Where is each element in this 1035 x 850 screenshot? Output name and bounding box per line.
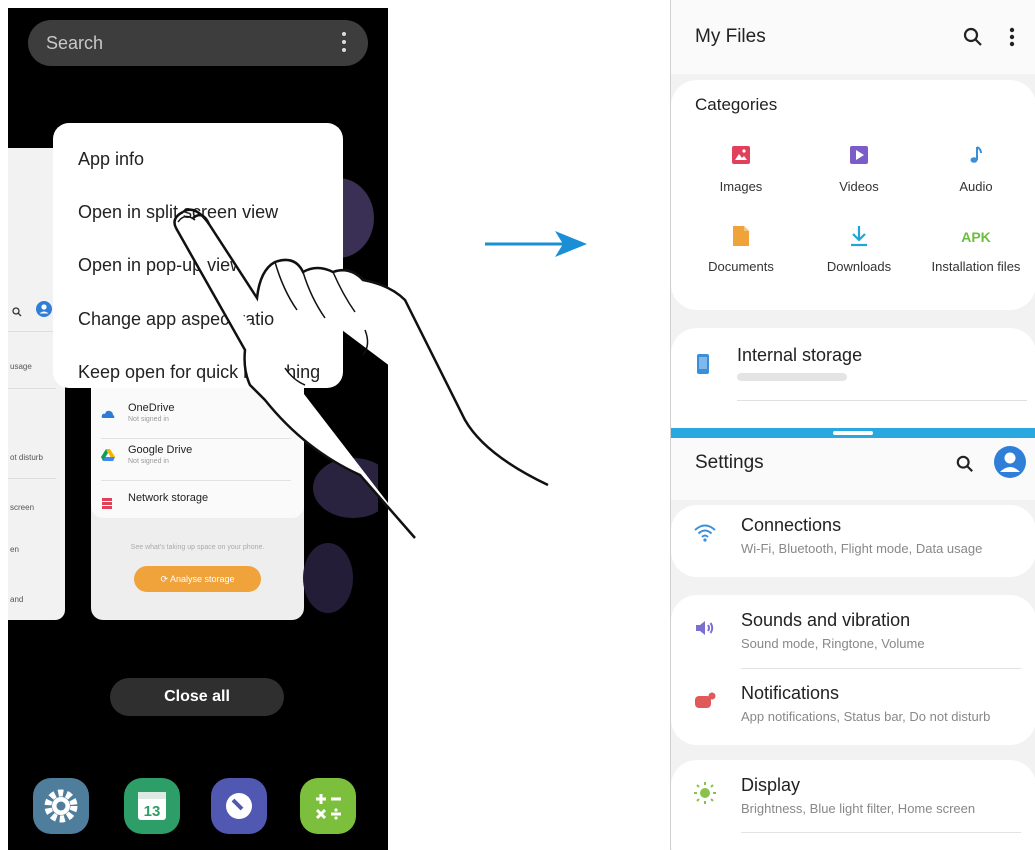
row-sub: Not signed in <box>128 458 169 465</box>
category-videos[interactable]: Videos <box>814 145 904 194</box>
category-label: Videos <box>839 179 879 194</box>
category-documents[interactable]: Documents <box>696 225 786 274</box>
more-options-icon[interactable] <box>1009 27 1015 52</box>
analyse-icon: ⟳ <box>160 574 170 584</box>
settings-item-title: Sounds and vibration <box>741 610 911 630</box>
category-downloads[interactable]: Downloads <box>814 225 904 274</box>
divider <box>8 478 56 479</box>
calculator-icon[interactable] <box>300 778 356 834</box>
category-label: Downloads <box>826 259 892 274</box>
settings-item-connections[interactable]: Connections Wi-Fi, Bluetooth, Flight mod… <box>671 505 1035 575</box>
split-screen-view: My Files Categories Images Videos Audio … <box>670 0 1035 850</box>
category-installation-files[interactable]: APK Installation files <box>931 225 1021 274</box>
card-snippet: en <box>10 545 19 554</box>
divider-handle[interactable] <box>833 431 873 435</box>
settings-item-subtitle: Sound mode, Ringtone, Volume <box>741 636 925 651</box>
network-storage-icon <box>101 496 115 509</box>
category-label: Images <box>719 179 763 194</box>
card-snippet: screen <box>10 503 35 512</box>
divider <box>741 668 1021 669</box>
row-sub: Not signed in <box>128 416 169 423</box>
recents-search-bar[interactable]: Search <box>28 20 368 66</box>
documents-icon <box>696 225 786 249</box>
category-images[interactable]: Images <box>696 145 786 194</box>
menu-item-app-info[interactable]: App info <box>78 149 144 170</box>
card-snippet: ot disturb <box>10 453 43 462</box>
card-snippet: and <box>10 595 24 604</box>
settings-group-display: Display Brightness, Blue light filter, H… <box>671 760 1035 850</box>
profile-icon[interactable] <box>994 446 1026 483</box>
category-label: Audio <box>959 179 993 194</box>
downloads-icon <box>814 225 904 249</box>
settings-item-subtitle: App notifications, Status bar, Do not di… <box>741 709 991 724</box>
more-options-icon[interactable] <box>342 32 346 56</box>
phone-storage-icon <box>696 353 710 380</box>
profile-icon <box>36 301 52 322</box>
search-icon[interactable] <box>956 455 974 478</box>
settings-item-title: Notifications <box>741 683 840 703</box>
settings-item-subtitle: Brightness, Blue light filter, Home scre… <box>741 801 976 816</box>
settings-item-display[interactable]: Display Brightness, Blue light filter, H… <box>671 765 1035 835</box>
audio-icon <box>931 145 1021 169</box>
wifi-icon <box>693 521 717 545</box>
settings-gear-icon[interactable] <box>33 778 89 834</box>
myfiles-header: My Files <box>671 0 1035 74</box>
analyse-label: Analyse storage <box>170 574 235 584</box>
settings-item-title: Connections <box>741 515 842 535</box>
settings-item-title: Display <box>741 775 801 795</box>
search-placeholder: Search <box>46 33 104 53</box>
settings-group-sound-notifications: Sounds and vibration Sound mode, Rington… <box>671 595 1035 745</box>
close-all-button[interactable]: Close all <box>110 678 284 716</box>
transition-arrow-icon <box>485 231 587 257</box>
categories-card: Categories Images Videos Audio Documents… <box>671 80 1035 310</box>
divider <box>741 832 1021 833</box>
speaker-icon <box>693 616 717 640</box>
storage-usage-redacted <box>737 373 847 381</box>
google-drive-icon <box>101 448 115 461</box>
images-icon <box>696 145 786 169</box>
notifications-icon <box>693 689 717 713</box>
search-icon[interactable] <box>963 27 983 52</box>
category-label: Documents <box>708 259 774 274</box>
page-title: Settings <box>695 452 764 473</box>
apk-icon: APK <box>961 229 991 245</box>
split-divider-bar[interactable] <box>671 428 1035 438</box>
storage-hint: See what's taking up space on your phone… <box>130 544 265 551</box>
bixby-icon[interactable] <box>211 778 267 834</box>
card-snippet: usage <box>10 362 32 371</box>
settings-group-connections: Connections Wi-Fi, Bluetooth, Flight mod… <box>671 505 1035 577</box>
category-label: Installation files <box>931 259 1021 274</box>
settings-item-sounds[interactable]: Sounds and vibration Sound mode, Rington… <box>671 600 1035 670</box>
divider <box>8 331 56 332</box>
page-title: My Files <box>695 26 766 47</box>
divider <box>737 400 1027 401</box>
settings-header: Settings <box>671 438 1035 500</box>
calendar-icon[interactable]: 13 <box>124 778 180 834</box>
divider <box>8 388 56 389</box>
onedrive-icon <box>101 406 115 418</box>
search-icon <box>12 304 22 322</box>
videos-icon <box>814 145 904 169</box>
analyse-storage-button[interactable]: ⟳ Analyse storage <box>134 566 261 592</box>
settings-item-subtitle: Wi-Fi, Bluetooth, Flight mode, Data usag… <box>741 541 983 556</box>
calendar-day: 13 <box>144 803 161 820</box>
settings-item-notifications[interactable]: Notifications App notifications, Status … <box>671 673 1035 743</box>
internal-storage-label: Internal storage <box>737 345 863 365</box>
category-audio[interactable]: Audio <box>931 145 1021 194</box>
brightness-icon <box>693 781 717 805</box>
categories-title: Categories <box>695 95 778 114</box>
